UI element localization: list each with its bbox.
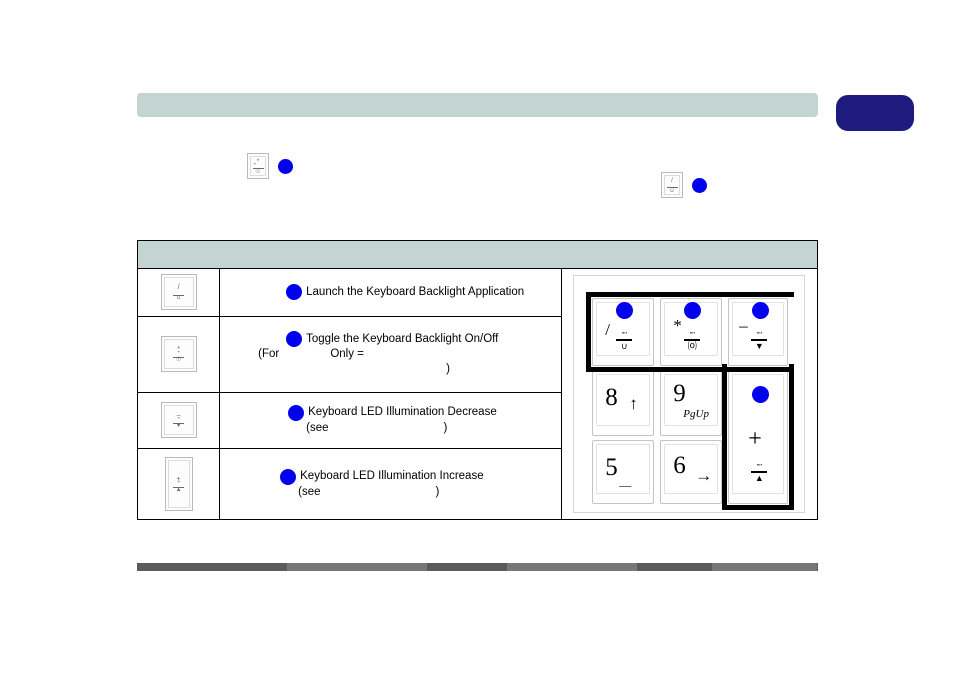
keypad-key-5: 5 —	[592, 440, 655, 504]
blue-bullet-icon	[288, 404, 305, 421]
keypad-key-5-sublabel: —	[619, 478, 632, 492]
description-text: Keyboard LED Illumination Increase	[300, 470, 484, 483]
keypad-key-5-label: 5	[605, 454, 618, 481]
keycap-decrease-icon: – '''' ▼	[160, 402, 197, 439]
table-header-cell	[137, 240, 818, 269]
description-text: (see )	[298, 485, 440, 498]
keypad-key-8-arrow-icon: ↑	[629, 394, 638, 413]
keypad-key-9-sublabel: PgUp	[683, 408, 709, 420]
lamp-icon: ∪	[666, 184, 678, 194]
blue-bullet-icon	[286, 284, 303, 301]
description-cell: Toggle the Keyboard Backlight On/Off (Fo…	[219, 315, 562, 393]
blue-bullet-icon	[286, 331, 303, 348]
keycap-glyph-top: /	[177, 284, 180, 292]
description-cell: Keyboard LED Illumination Increase (see …	[219, 448, 562, 520]
description-line: Toggle the Keyboard Backlight On/Off	[228, 331, 552, 348]
key-cell: / ∪	[136, 268, 221, 317]
function-key-table: / ∪ Launch the Keyboard Backlight Applic…	[136, 240, 819, 520]
keypad-icon-symbol: ∪	[620, 340, 628, 351]
keyboard-backlight-toggle-icon: '''' ⒪	[683, 332, 701, 351]
description-text: )	[446, 363, 450, 376]
chapter-tab	[836, 95, 914, 131]
description-line: (see )	[228, 421, 552, 436]
keypad-key-plus-label: +	[748, 426, 762, 452]
description-text: Launch the Keyboard Backlight Applicatio…	[306, 285, 525, 298]
keypad-key-6-arrow-icon: →	[695, 466, 713, 485]
table-row: / ∪ Launch the Keyboard Backlight Applic…	[136, 268, 819, 520]
keypad-key-9: 9 PgUp	[660, 370, 723, 436]
numeric-keypad-illustration: / '''' ∪ * '''' ⒪ – '''' ▼ 8 ↑ 9 PgUp + …	[573, 275, 806, 513]
lamp-increase-icon: '''' ▲	[173, 482, 185, 493]
document-page: * '''' ☉ / ∪ / ∪ Launch the Keyboard Bac…	[0, 0, 954, 673]
description-line: Keyboard LED Illumination Increase	[228, 468, 552, 485]
description-line: (For Only =	[228, 347, 552, 362]
footer-segment	[507, 563, 637, 571]
keycap-slash-icon: / ∪	[661, 172, 683, 198]
description-text: Keyboard LED Illumination Decrease	[308, 406, 497, 419]
keycap-increase-icon: + '''' ▲	[164, 457, 193, 512]
description-text: Toggle the Keyboard Backlight On/Off	[306, 332, 499, 345]
key-cell: * '''' ☉	[136, 315, 221, 393]
description-line: (see )	[228, 485, 552, 500]
keycap-launch-icon: / ∪	[160, 274, 197, 311]
keypad-icon-symbol: ▲	[754, 472, 764, 483]
keypad-illustration-cell: / '''' ∪ * '''' ⒪ – '''' ▼ 8 ↑ 9 PgUp + …	[560, 268, 819, 520]
blue-bullet-icon	[278, 158, 293, 174]
lamp-launch-icon: ∪	[173, 291, 185, 301]
keyboard-backlight-decrease-icon: '''' ▼	[750, 332, 768, 351]
keycap-toggle-icon: * '''' ☉	[160, 336, 197, 373]
keypad-key-6-label: 6	[673, 452, 686, 479]
footer-segment	[712, 563, 817, 571]
keypad-key-asterisk-label: *	[673, 316, 682, 335]
keypad-key-8-label: 8	[605, 384, 618, 411]
blue-bullet-icon	[692, 177, 707, 193]
lamp-decrease-icon: '''' ▼	[173, 418, 185, 429]
keypad-key-9-label: 9	[673, 380, 686, 407]
description-line: Keyboard LED Illumination Decrease	[228, 404, 552, 421]
table-header-row	[137, 240, 818, 269]
footer-segment	[287, 563, 427, 571]
blue-bullet-icon	[280, 468, 297, 485]
lamp-icon: '''' ☉	[252, 163, 264, 175]
key-cell: – '''' ▼	[136, 391, 221, 450]
keypad-icon-symbol: ⒪	[687, 340, 697, 351]
inline-note-keycap-toggle: * '''' ☉	[247, 153, 293, 179]
description-cell: Launch the Keyboard Backlight Applicatio…	[219, 268, 562, 317]
page-header-bar	[137, 93, 818, 117]
description-text: (For Only =	[258, 348, 364, 361]
lamp-toggle-icon: '''' ☉	[173, 352, 185, 363]
keypad-key-minus-label: –	[739, 316, 748, 335]
page-footer-bar	[137, 563, 818, 571]
keypad-key-slash-label: /	[605, 320, 611, 339]
keyboard-backlight-increase-icon: '''' ▲	[750, 464, 768, 483]
keyboard-backlight-launch-icon: '''' ∪	[615, 332, 633, 351]
inline-note-keycap-launch: / ∪	[661, 172, 707, 198]
description-line: )	[228, 362, 552, 377]
keypad-key-6: 6 →	[660, 440, 723, 504]
key-cell: + '''' ▲	[136, 448, 221, 520]
description-line: Launch the Keyboard Backlight Applicatio…	[228, 284, 552, 301]
keycap-asterisk-icon: * '''' ☉	[247, 153, 269, 179]
keypad-key-8: 8 ↑	[592, 370, 655, 436]
description-text: (see )	[306, 421, 448, 434]
keypad-icon-symbol: ▼	[754, 340, 764, 351]
description-cell: Keyboard LED Illumination Decrease (see …	[219, 391, 562, 450]
